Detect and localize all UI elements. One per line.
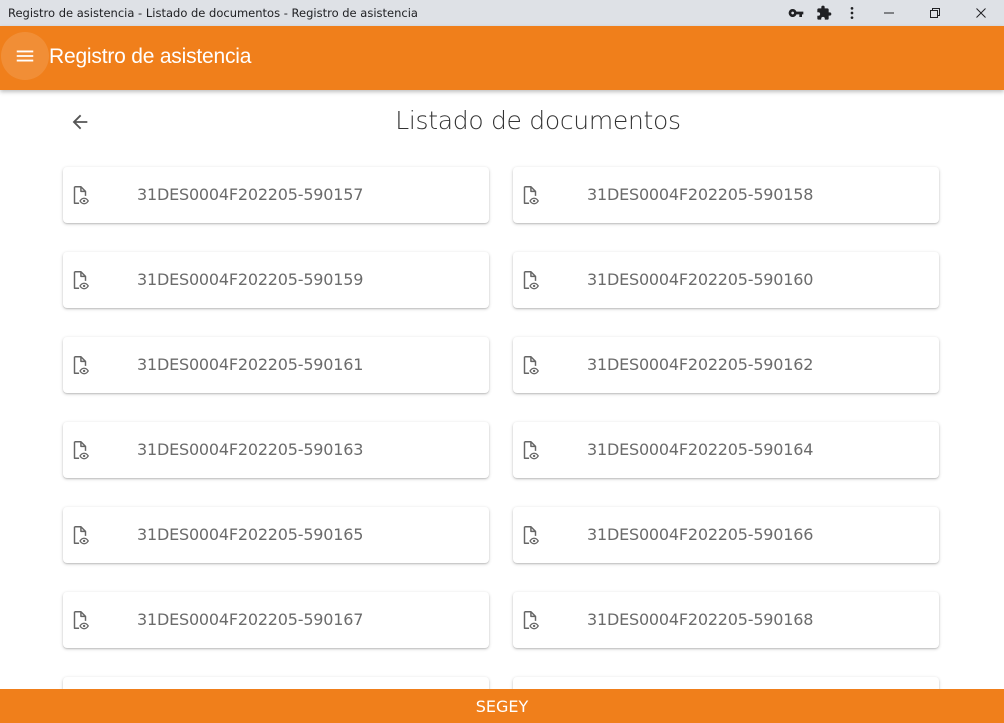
document-view-icon: [519, 609, 541, 631]
main-content: Listado de documentos 31DES0004F202205-5…: [0, 90, 1004, 689]
document-card[interactable]: [63, 677, 489, 689]
document-label: 31DES0004F202205-590164: [587, 440, 814, 459]
close-icon[interactable]: [958, 0, 1004, 26]
menu-icon: [16, 50, 34, 62]
footer-label: SEGEY: [475, 696, 529, 716]
document-card[interactable]: 31DES0004F202205-590159: [63, 252, 489, 308]
document-card[interactable]: 31DES0004F202205-590158: [513, 167, 939, 223]
restore-icon[interactable]: [912, 0, 958, 26]
app-bar: Registro de asistencia: [0, 26, 1004, 90]
document-card[interactable]: 31DES0004F202205-590167: [63, 592, 489, 648]
window-controls: [782, 0, 1004, 26]
document-card[interactable]: 31DES0004F202205-590166: [513, 507, 939, 563]
app-title: Registro de asistencia: [49, 45, 252, 68]
more-options-icon[interactable]: [838, 0, 866, 26]
documents-list: 31DES0004F202205-590157 31DES0004F202205…: [63, 167, 939, 689]
document-view-icon: [519, 269, 541, 291]
document-view-icon: [69, 439, 91, 461]
document-label: 31DES0004F202205-590159: [137, 270, 364, 289]
document-view-icon: [519, 184, 541, 206]
document-card[interactable]: 31DES0004F202205-590168: [513, 592, 939, 648]
document-view-icon: [69, 184, 91, 206]
window-titlebar: Registro de asistencia - Listado de docu…: [0, 0, 1004, 26]
window-title: Registro de asistencia - Listado de docu…: [8, 6, 418, 20]
menu-button[interactable]: [1, 32, 49, 80]
document-card[interactable]: 31DES0004F202205-590161: [63, 337, 489, 393]
document-card[interactable]: 31DES0004F202205-590162: [513, 337, 939, 393]
key-icon[interactable]: [782, 0, 810, 26]
document-view-icon: [69, 354, 91, 376]
document-card[interactable]: 31DES0004F202205-590160: [513, 252, 939, 308]
document-label: 31DES0004F202205-590163: [137, 440, 364, 459]
page-title: Listado de documentos: [395, 106, 681, 135]
document-label: 31DES0004F202205-590160: [587, 270, 814, 289]
document-label: 31DES0004F202205-590157: [137, 185, 364, 204]
document-view-icon: [519, 439, 541, 461]
document-view-icon: [519, 524, 541, 546]
document-view-icon: [69, 524, 91, 546]
footer-bar: SEGEY: [0, 689, 1004, 723]
document-card[interactable]: [513, 677, 939, 689]
document-card[interactable]: 31DES0004F202205-590157: [63, 167, 489, 223]
minimize-icon[interactable]: [866, 0, 912, 26]
document-card[interactable]: 31DES0004F202205-590164: [513, 422, 939, 478]
document-label: 31DES0004F202205-590168: [587, 610, 814, 629]
document-card[interactable]: 31DES0004F202205-590165: [63, 507, 489, 563]
document-label: 31DES0004F202205-590165: [137, 525, 364, 544]
document-card[interactable]: 31DES0004F202205-590163: [63, 422, 489, 478]
document-label: 31DES0004F202205-590161: [137, 355, 364, 374]
document-label: 31DES0004F202205-590162: [587, 355, 814, 374]
document-label: 31DES0004F202205-590166: [587, 525, 814, 544]
extensions-icon[interactable]: [810, 0, 838, 26]
document-view-icon: [519, 354, 541, 376]
document-view-icon: [69, 269, 91, 291]
document-view-icon: [69, 609, 91, 631]
document-label: 31DES0004F202205-590167: [137, 610, 364, 629]
document-label: 31DES0004F202205-590158: [587, 185, 814, 204]
